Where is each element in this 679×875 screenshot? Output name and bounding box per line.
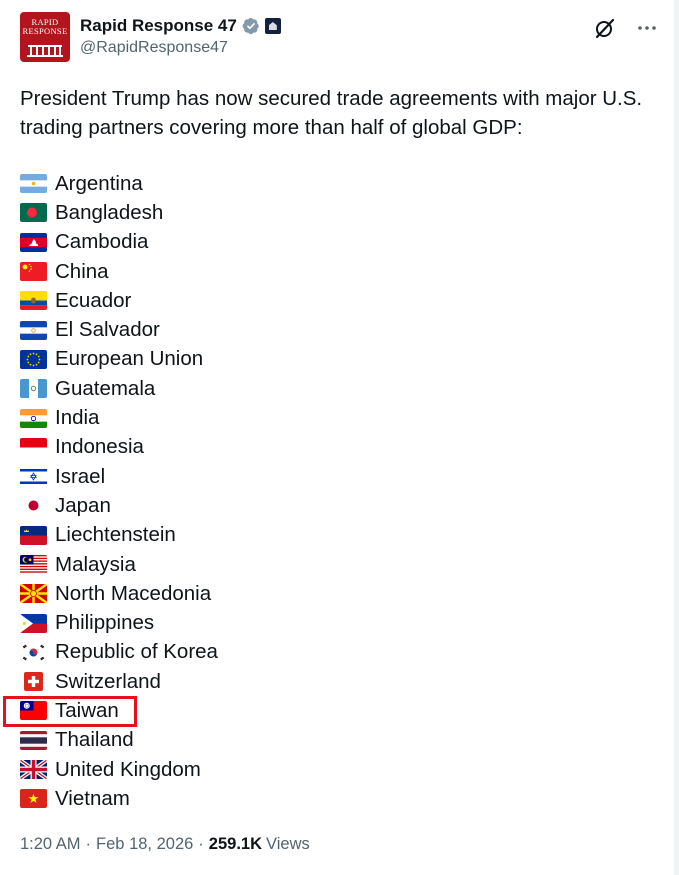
list-item-switzerland: Switzerland (20, 667, 320, 696)
india-flag-icon (20, 408, 47, 428)
list-item-european-union: European Union (20, 345, 320, 374)
building-icon (27, 45, 63, 57)
verified-badge-icon (242, 17, 259, 35)
indonesia-flag-icon (20, 437, 47, 457)
scrollbar-track[interactable] (674, 0, 679, 875)
taiwan-highlight-box (3, 696, 137, 727)
switzerland-flag-icon (24, 672, 43, 692)
list-item-israel: Israel (20, 462, 320, 491)
list-item-republic-of-korea: Republic of Korea (20, 638, 320, 667)
grok-button[interactable] (592, 15, 618, 41)
grok-icon (595, 18, 615, 39)
argentina-flag-icon (20, 174, 47, 194)
ecuador-flag-icon (20, 291, 47, 311)
more-horizontal-icon (638, 26, 656, 30)
el-salvador-flag-icon (20, 320, 47, 340)
display-name[interactable]: Rapid Response 47 (80, 16, 237, 36)
malaysia-flag-icon (20, 555, 47, 574)
list-item-el-salvador: El Salvador (20, 315, 320, 344)
list-item-japan: Japan (20, 491, 320, 520)
list-item-ecuador: Ecuador (20, 286, 320, 315)
guatemala-flag-icon (20, 379, 47, 399)
list-item-thailand: Thailand (20, 726, 320, 755)
north-macedonia-flag-icon (20, 584, 47, 604)
tweet-text: President Trump has now secured trade ag… (20, 87, 643, 139)
more-button[interactable] (634, 15, 660, 41)
list-item-bangladesh: Bangladesh (20, 198, 320, 227)
list-item-united-kingdom: United Kingdom (20, 755, 320, 784)
eu-flag-icon (20, 349, 47, 369)
list-item-philippines: Philippines (20, 608, 320, 637)
views-count[interactable]: 259.1K (209, 835, 262, 854)
list-item-cambodia: Cambodia (20, 228, 320, 257)
thailand-flag-icon (20, 730, 47, 750)
tweet-header: RAPID RESPONSE Rapid Response 47 @RapidR… (20, 12, 660, 62)
list-item-malaysia: Malaysia (20, 550, 320, 579)
author-handle[interactable]: @RapidResponse47 (80, 39, 228, 57)
list-item-india: India (20, 403, 320, 432)
list-item-china: China (20, 257, 320, 286)
list-item-liechtenstein: Liechtenstein (20, 521, 320, 550)
liechtenstein-flag-icon (20, 525, 47, 545)
tweet-time[interactable]: 1:20 AM (20, 835, 81, 854)
cambodia-flag-icon (20, 232, 47, 252)
avatar[interactable]: RAPID RESPONSE (20, 12, 70, 62)
japan-flag-icon (20, 496, 47, 516)
israel-flag-icon (20, 467, 47, 487)
tweet-date[interactable]: Feb 18, 2026 (96, 835, 193, 854)
views-label[interactable]: Views (266, 835, 310, 854)
philippines-flag-icon (20, 613, 47, 633)
china-flag-icon (20, 262, 47, 282)
list-item-indonesia: Indonesia (20, 433, 320, 462)
korea-flag-icon (20, 642, 47, 662)
list-item-vietnam: Vietnam (20, 784, 320, 813)
bangladesh-flag-icon (20, 203, 47, 223)
vietnam-flag-icon (20, 789, 47, 809)
tweet-meta: 1:20 AM · Feb 18, 2026 · 259.1K Views (20, 835, 310, 854)
list-item-argentina: Argentina (20, 169, 320, 198)
uk-flag-icon (20, 760, 47, 780)
list-item-north-macedonia: North Macedonia (20, 579, 320, 608)
white-house-affiliate-icon[interactable] (264, 18, 281, 34)
list-item-guatemala: Guatemala (20, 374, 320, 403)
